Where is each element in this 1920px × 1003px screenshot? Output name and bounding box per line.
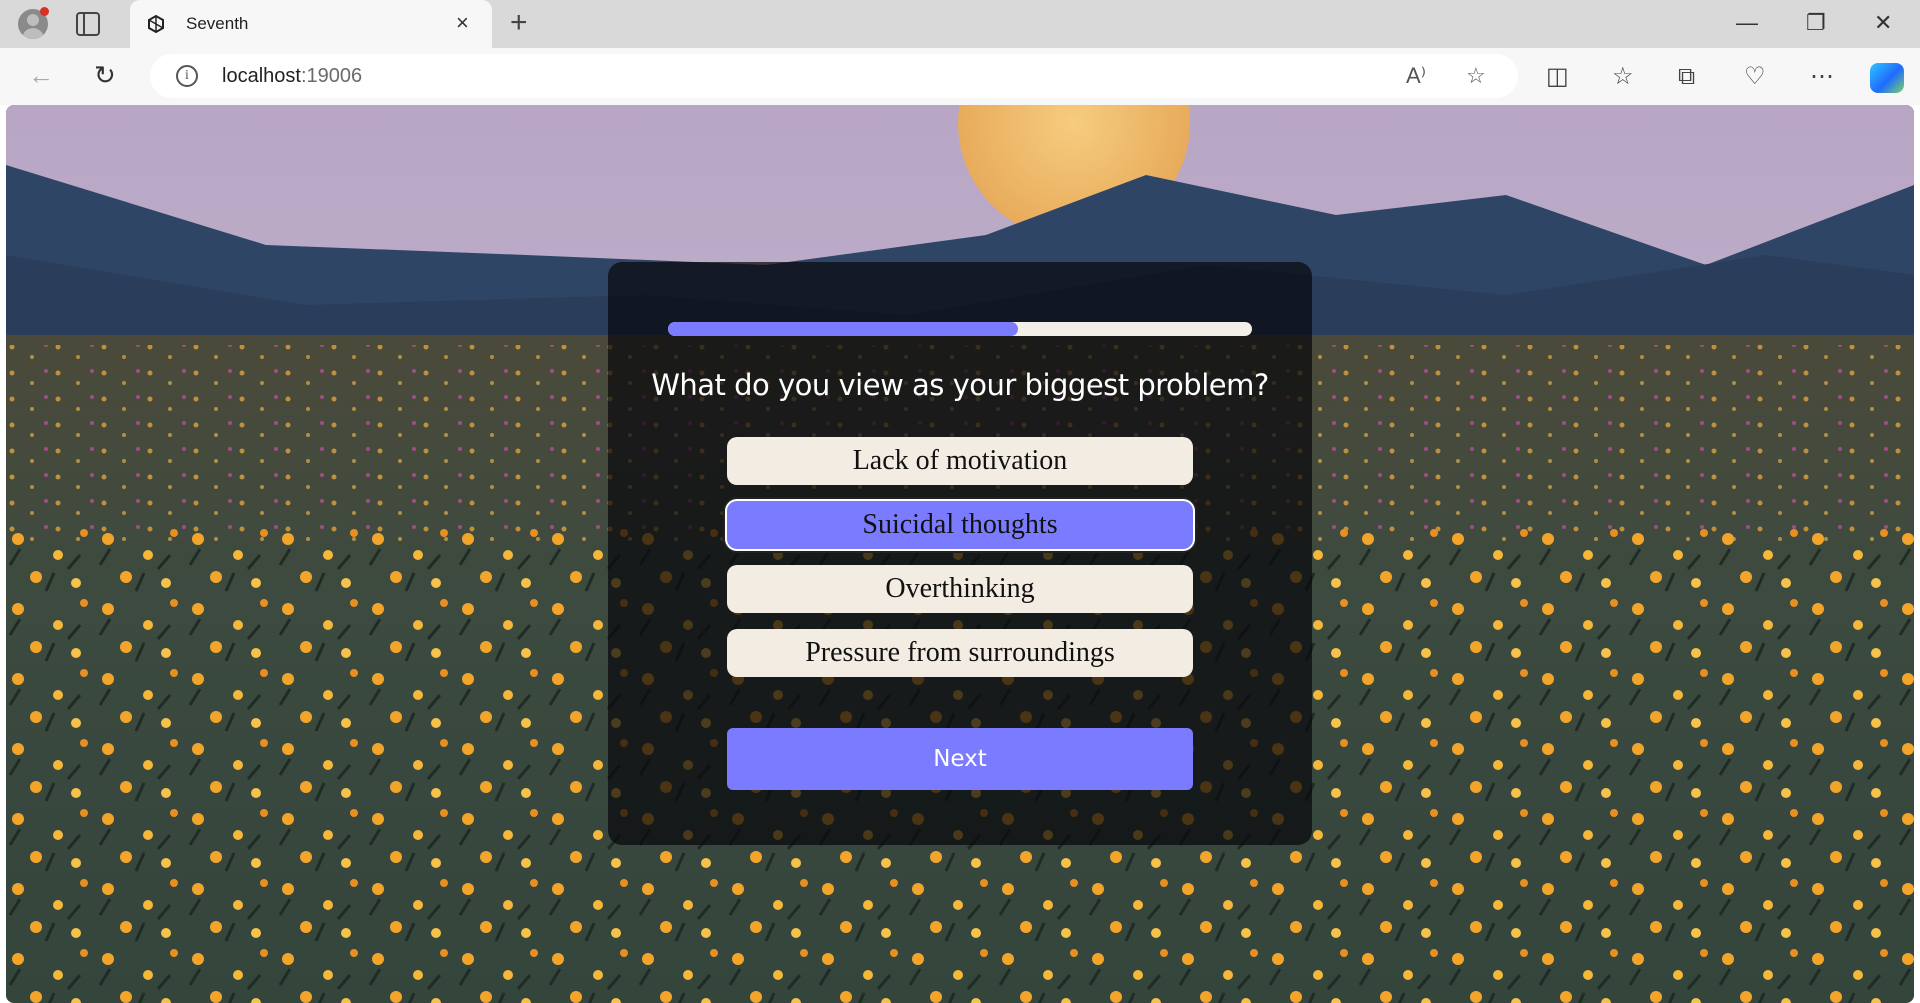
restore-icon[interactable]: ❐ (1806, 10, 1826, 36)
profile-notification-badge (40, 7, 49, 16)
browser-tab[interactable]: Seventh × (130, 0, 492, 48)
minimize-icon[interactable]: — (1736, 10, 1758, 36)
split-screen-icon[interactable]: ◫ (1546, 63, 1569, 91)
window-close-icon[interactable]: ✕ (1874, 10, 1892, 36)
browser-toolbar: ← ↻ i localhost:19006 A⁾ ☆ ◫ ☆ ⧉ ♡ ⋯ (0, 48, 1920, 105)
option-overthinking[interactable]: Overthinking (727, 565, 1193, 613)
more-icon[interactable]: ⋯ (1810, 63, 1834, 91)
browser-tab-strip: Seventh × + — ❐ ✕ (0, 0, 1920, 48)
back-icon[interactable]: ← (28, 60, 54, 90)
tab-close-icon[interactable]: × (456, 12, 469, 34)
info-icon[interactable]: i (176, 65, 198, 87)
quiz-card: What do you view as your biggest problem… (608, 262, 1312, 845)
progress-bar-fill (668, 322, 1019, 336)
copilot-icon[interactable] (1870, 63, 1904, 93)
progress-bar (668, 322, 1252, 336)
url-port: :19006 (300, 65, 363, 87)
next-button[interactable]: Next (727, 728, 1193, 790)
page-viewport: What do you view as your biggest problem… (6, 105, 1914, 1003)
tab-actions-icon[interactable] (76, 12, 100, 36)
read-aloud-icon[interactable]: A⁾ (1406, 64, 1426, 88)
star-icon[interactable]: ☆ (1466, 64, 1486, 88)
app-favicon-icon (148, 14, 164, 34)
browser-essentials-icon[interactable]: ♡ (1744, 63, 1766, 91)
url-text[interactable]: localhost:19006 (222, 65, 362, 88)
option-suicidal-thoughts[interactable]: Suicidal thoughts (727, 501, 1193, 549)
option-lack-of-motivation[interactable]: Lack of motivation (727, 437, 1193, 485)
option-pressure-from-surroundings[interactable]: Pressure from surroundings (727, 629, 1193, 677)
answer-options: Lack of motivation Suicidal thoughts Ove… (727, 437, 1193, 693)
new-tab-icon[interactable]: + (510, 8, 528, 38)
url-host: localhost (222, 65, 301, 87)
favorites-icon[interactable]: ☆ (1612, 63, 1634, 91)
question-text: What do you view as your biggest problem… (651, 368, 1269, 402)
refresh-icon[interactable]: ↻ (94, 60, 116, 90)
tab-title: Seventh (186, 14, 249, 33)
address-bar[interactable]: i localhost:19006 A⁾ ☆ (150, 54, 1518, 98)
collections-icon[interactable]: ⧉ (1678, 63, 1695, 91)
